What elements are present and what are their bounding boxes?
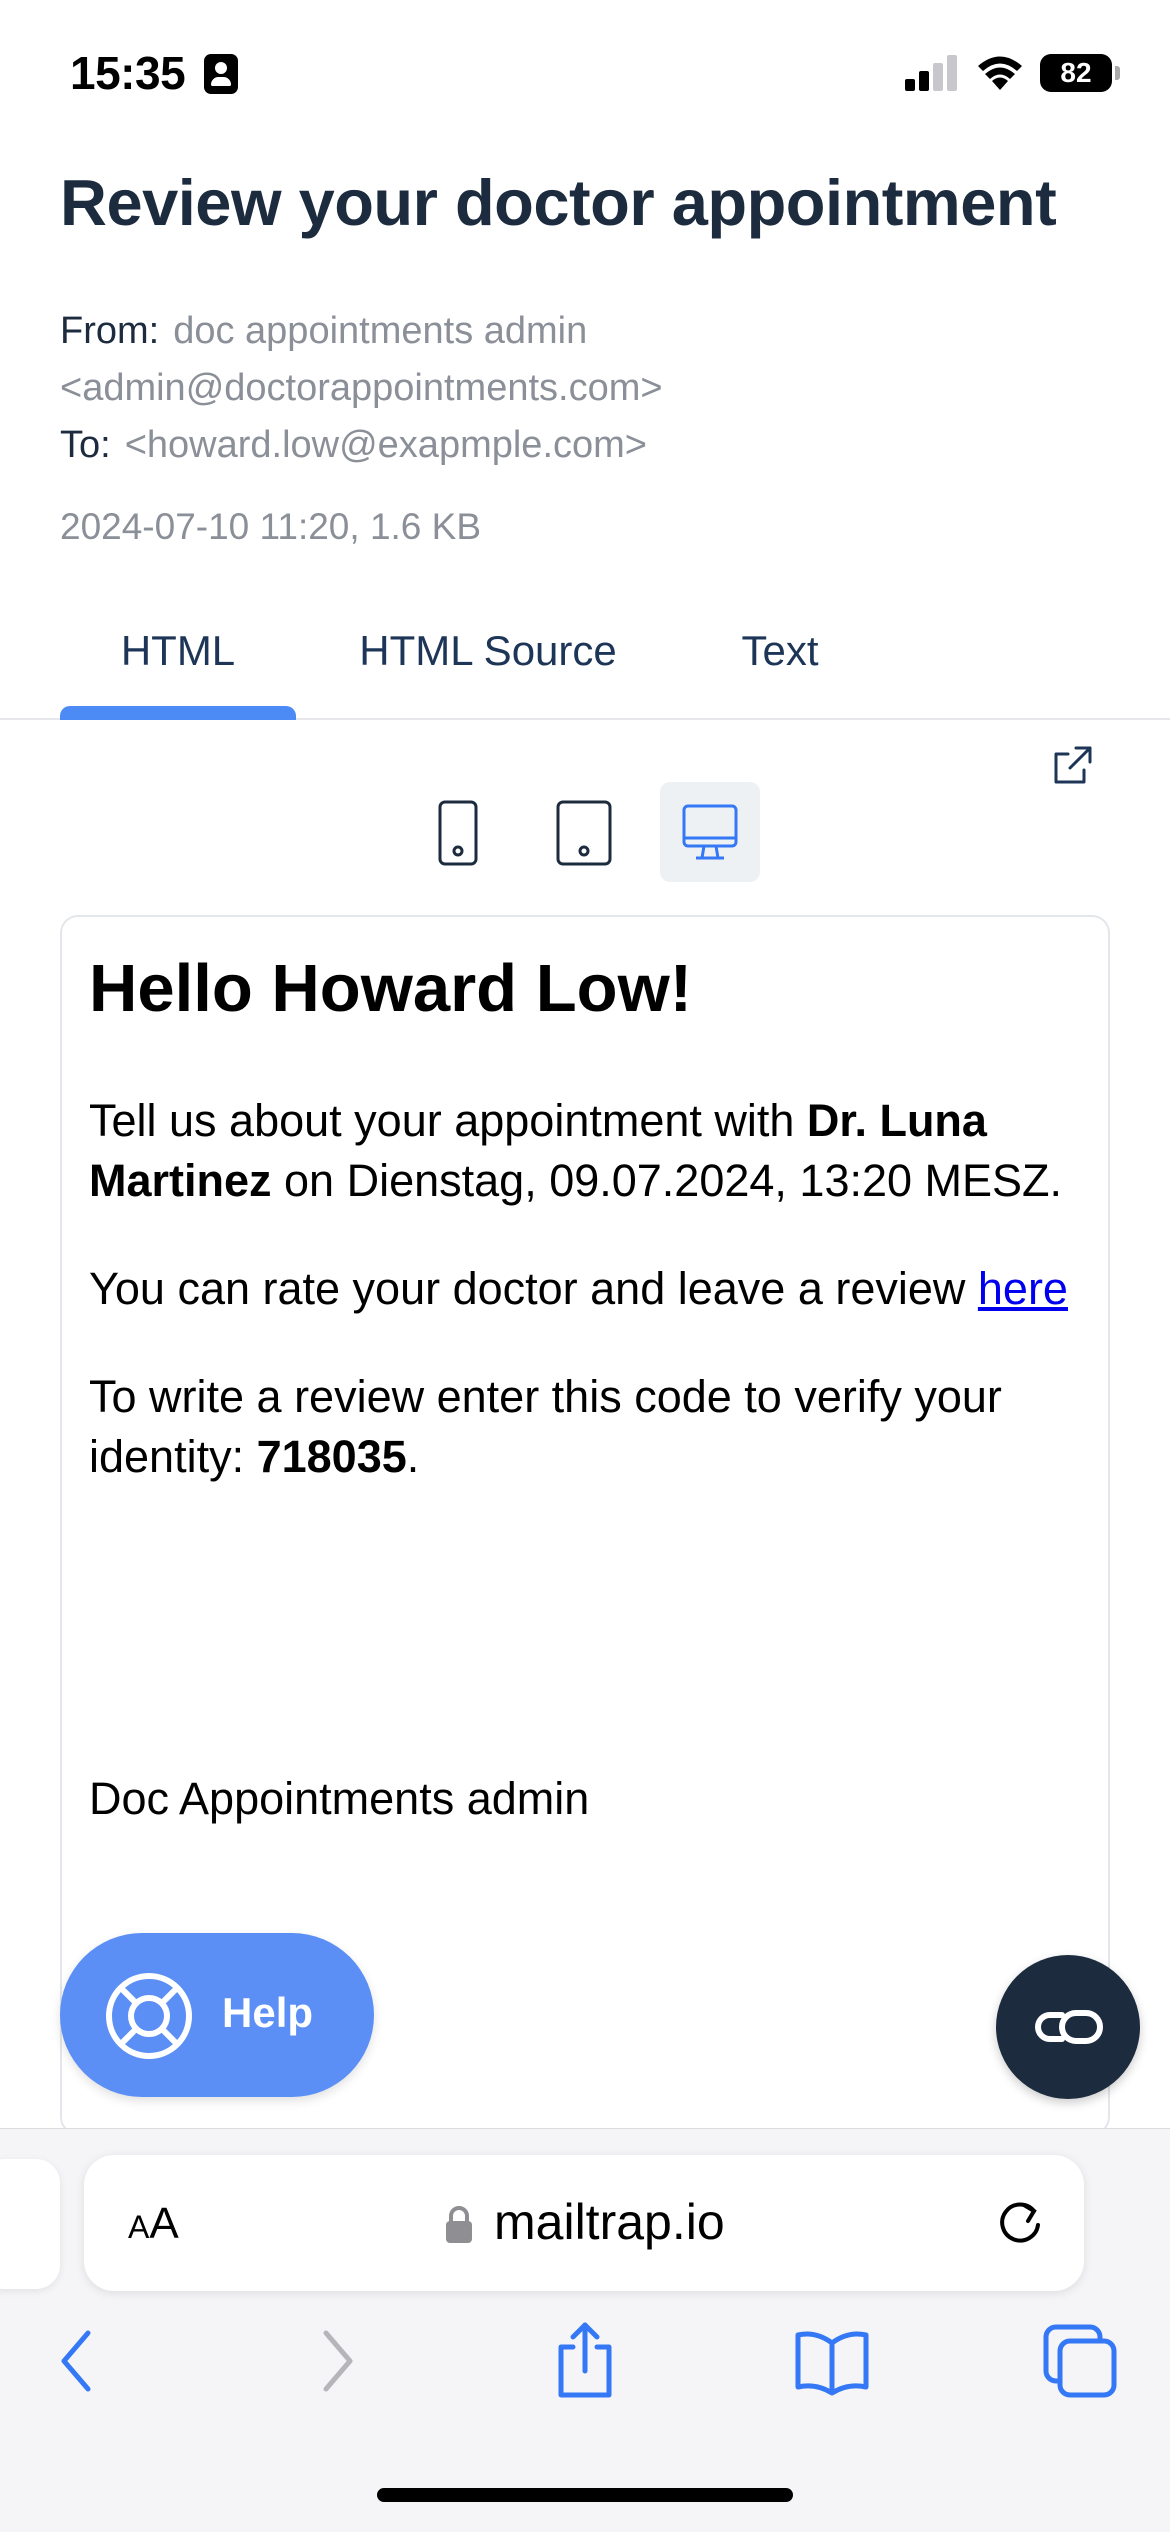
- share-icon[interactable]: [545, 2321, 625, 2401]
- bookmarks-icon[interactable]: [792, 2321, 872, 2401]
- lock-icon: [446, 2206, 472, 2243]
- home-indicator: [377, 2488, 793, 2502]
- address-bar[interactable]: AA mailtrap.io: [84, 2155, 1084, 2291]
- tab-text[interactable]: Text: [720, 610, 840, 718]
- email-body: Hello Howard Low! Tell us about your app…: [89, 947, 1089, 1824]
- url-text: mailtrap.io: [494, 2194, 725, 2250]
- tabs-overview-icon[interactable]: [1040, 2321, 1120, 2401]
- view-tabs: HTML HTML Source Text: [0, 610, 1170, 720]
- status-time: 15:35: [70, 47, 186, 99]
- text-size-large-a: A: [149, 2199, 179, 2248]
- reload-icon[interactable]: [994, 2197, 1046, 2249]
- help-label: Help: [222, 1989, 314, 2036]
- external-link-icon[interactable]: [1050, 744, 1094, 788]
- review-text: You can rate your doctor and leave a rev…: [89, 1263, 978, 1314]
- signature: Doc Appointments admin: [89, 1773, 590, 1824]
- browser-toolbar: AA mailtrap.io: [0, 2128, 1170, 2532]
- back-icon[interactable]: [48, 2321, 128, 2401]
- appointment-paragraph: Tell us about your appointment with Dr. …: [89, 1091, 1089, 1211]
- preview-tablet-button[interactable]: [534, 782, 634, 882]
- from-label: From:: [60, 310, 160, 352]
- code-suffix: .: [406, 1431, 420, 1482]
- verification-code: 718035: [256, 1431, 407, 1482]
- text-size-button[interactable]: AA: [128, 2199, 179, 2249]
- lifebuoy-icon: [106, 1973, 192, 2059]
- email-greeting: Hello Howard Low!: [89, 951, 692, 1026]
- review-link[interactable]: here: [978, 1263, 1068, 1314]
- status-bar: 15:35 82: [0, 0, 1170, 140]
- forward-icon[interactable]: [298, 2321, 378, 2401]
- code-text: To write a review enter this code to ver…: [89, 1371, 1002, 1482]
- page: 15:35 82 Review your doctor appointment …: [0, 0, 1170, 2532]
- preview-mobile-button[interactable]: [408, 782, 508, 882]
- battery-icon: 82: [1040, 54, 1120, 92]
- to-value: <howard.low@exapmple.com>: [124, 424, 647, 466]
- review-paragraph: You can rate your doctor and leave a rev…: [89, 1259, 1089, 1319]
- text-size-small-a: A: [128, 2209, 150, 2245]
- wifi-icon: [978, 56, 1022, 90]
- from-row: From: doc appointments admin <admin@docto…: [60, 303, 1120, 417]
- preview-desktop-button[interactable]: [660, 782, 760, 882]
- tab-html-source[interactable]: HTML Source: [340, 610, 636, 718]
- to-row: To: <howard.low@exapmple.com>: [60, 417, 647, 474]
- tab-html[interactable]: HTML: [60, 610, 296, 720]
- to-label: To:: [60, 424, 111, 466]
- chat-widget-button[interactable]: [996, 1955, 1140, 2099]
- previous-tab-preview[interactable]: [0, 2159, 60, 2289]
- chat-widget-icon: [1035, 2010, 1103, 2044]
- desktop-icon: [682, 804, 738, 860]
- focus-person-icon: [204, 54, 238, 94]
- mobile-icon: [438, 800, 478, 866]
- date-size: 2024-07-10 11:20, 1.6 KB: [60, 506, 482, 547]
- code-paragraph: To write a review enter this code to ver…: [89, 1367, 1089, 1487]
- email-subject: Review your doctor appointment: [60, 166, 1057, 239]
- appointment-date-text: on Dienstag, 09.07.2024, 13:20 MESZ.: [271, 1155, 1063, 1206]
- help-button[interactable]: Help: [60, 1933, 374, 2097]
- appointment-text: Tell us about your appointment with: [89, 1095, 807, 1146]
- cellular-signal-icon: [905, 55, 959, 91]
- tablet-icon: [556, 800, 612, 866]
